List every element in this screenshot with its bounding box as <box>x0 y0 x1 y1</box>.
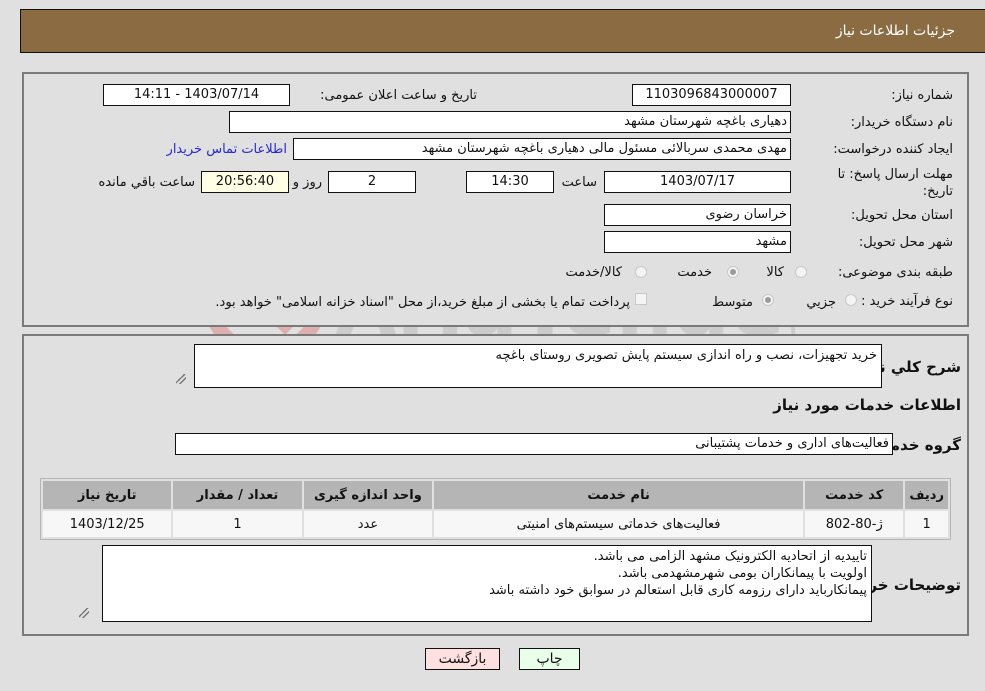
days-label: روز و <box>292 175 322 190</box>
col-row-number: ردیف <box>905 481 948 509</box>
buyer-notes-textarea[interactable]: تاییدیه از اتحادیه الکترونیک مشهد الزامی… <box>102 545 872 622</box>
deadline-time-label: ساعت <box>561 175 597 190</box>
buyer-org-label: نام دستگاه خریدار: <box>850 115 953 130</box>
back-button[interactable]: بازگشت <box>425 648 500 670</box>
treasury-note: پرداخت تمام یا بخشی از مبلغ خرید،از محل … <box>215 295 630 310</box>
city-field: مشهد <box>604 231 791 253</box>
process-option-medium: متوسط <box>712 295 753 310</box>
cell-row-number: 1 <box>905 511 948 537</box>
need-number-label: شماره نیاز: <box>891 88 953 103</box>
cell-need-date: 1403/12/25 <box>43 511 172 537</box>
deadline-days-field: 2 <box>328 171 416 193</box>
category-option-service: خدمت <box>677 265 712 280</box>
category-label: طبقه بندی موضوعی: <box>837 265 953 280</box>
cell-service-code: ژ-80-802 <box>805 511 904 537</box>
need-number-field: 1103096843000007 <box>632 84 791 106</box>
process-radio-minor[interactable] <box>845 294 857 306</box>
cell-service-name: فعالیت‌های خدماتی سیستم‌های امنیتی <box>434 511 804 537</box>
category-radio-service[interactable] <box>727 266 739 278</box>
col-need-date: تاریخ نیاز <box>43 481 172 509</box>
page-header: جزئیات اطلاعات نیاز <box>20 9 985 53</box>
details-panel: شرح کلي نیاز: خرید تجهیزات، نصب و راه ان… <box>22 334 969 636</box>
col-service-name: نام خدمت <box>434 481 804 509</box>
category-option-goods-service: کالا/خدمت <box>565 265 622 280</box>
buyer-org-field: دهیاری باغچه شهرستان مشهد <box>229 111 791 133</box>
table-row: 1 ژ-80-802 فعالیت‌های خدماتی سیستم‌های ا… <box>43 511 948 537</box>
remaining-time-label: ساعت باقي مانده <box>98 175 195 190</box>
category-radio-goods[interactable] <box>795 266 807 278</box>
announce-datetime-field: 1403/07/14 - 14:11 <box>103 84 290 106</box>
treasury-checkbox[interactable] <box>635 293 647 305</box>
deadline-time-field: 14:30 <box>466 171 554 193</box>
cell-unit: عدد <box>303 511 433 537</box>
services-table: ردیف کد خدمت نام خدمت واحد اندازه گیری ت… <box>40 478 951 540</box>
province-label: استان محل تحویل: <box>851 208 953 223</box>
need-info-panel: شماره نیاز: 1103096843000007 تاریخ و ساع… <box>22 72 969 327</box>
cell-quantity: 1 <box>173 511 302 537</box>
page-title: جزئیات اطلاعات نیاز <box>835 23 955 39</box>
remaining-time-field: 20:56:40 <box>201 171 289 193</box>
deadline-label: مهلت ارسال پاسخ: تا تاریخ: <box>837 167 953 199</box>
deadline-date-field: 1403/07/17 <box>604 171 791 193</box>
category-option-goods: کالا <box>766 265 784 280</box>
requester-field: مهدی محمدی سربالائی مسئول مالی دهیاری با… <box>293 138 791 160</box>
services-heading: اطلاعات خدمات مورد نیاز <box>773 396 961 414</box>
process-radio-medium[interactable] <box>762 294 774 306</box>
announce-datetime-label: تاریخ و ساعت اعلان عمومی: <box>320 88 477 103</box>
category-radio-goods-service[interactable] <box>635 266 647 278</box>
description-textarea[interactable]: خرید تجهیزات، نصب و راه اندازی سیستم پای… <box>194 344 882 388</box>
process-type-label: نوع فرآیند خرید : <box>861 294 953 309</box>
resize-grip-icon[interactable] <box>176 374 186 384</box>
service-group-field: فعالیت‌های اداری و خدمات پشتیبانی <box>175 433 893 455</box>
resize-grip-icon[interactable] <box>79 608 89 618</box>
col-quantity: تعداد / مقدار <box>173 481 302 509</box>
requester-label: ایجاد کننده درخواست: <box>833 142 953 157</box>
buyer-contact-link[interactable]: اطلاعات تماس خریدار <box>167 142 287 157</box>
city-label: شهر محل تحویل: <box>858 235 953 250</box>
table-header-row: ردیف کد خدمت نام خدمت واحد اندازه گیری ت… <box>43 481 948 509</box>
col-service-code: کد خدمت <box>805 481 904 509</box>
province-field: خراسان رضوی <box>604 204 791 226</box>
col-unit: واحد اندازه گیری <box>303 481 433 509</box>
process-option-minor: جزيي <box>806 295 836 310</box>
print-button[interactable]: چاپ <box>519 648 580 670</box>
